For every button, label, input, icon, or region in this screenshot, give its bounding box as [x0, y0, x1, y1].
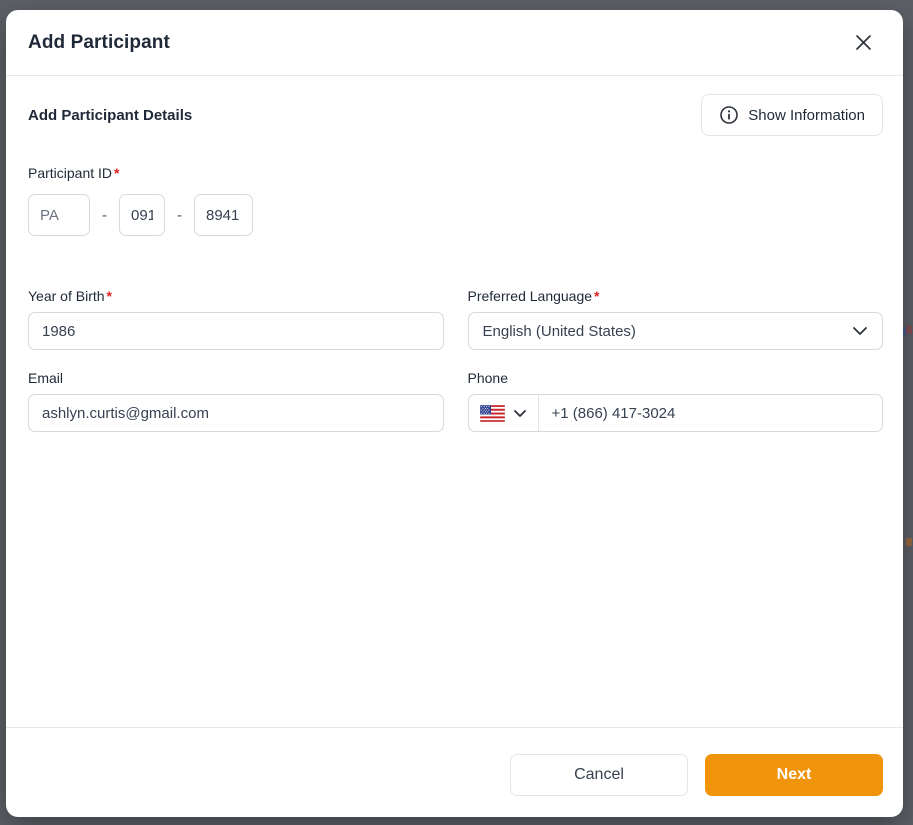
modal-header: Add Participant [6, 10, 903, 76]
preferred-language-value: English (United States) [483, 323, 636, 340]
required-asterisk: * [114, 165, 119, 181]
required-asterisk: * [107, 288, 112, 304]
preferred-language-field: Preferred Language* English (United Stat… [468, 288, 884, 350]
close-button[interactable] [849, 29, 877, 57]
participant-id-separator: - [177, 207, 182, 224]
preferred-language-label: Preferred Language* [468, 288, 884, 304]
section-title: Add Participant Details [28, 107, 192, 124]
add-participant-modal: Add Participant Add Participant Details [6, 10, 903, 817]
modal-footer: Cancel Next [6, 727, 903, 817]
phone-input-group [468, 394, 884, 432]
page-overlay-backdrop: Add Participant Add Participant Details [0, 0, 913, 825]
required-asterisk: * [594, 288, 599, 304]
participant-id-label: Participant ID* [28, 165, 883, 181]
participant-id-separator: - [102, 207, 107, 224]
email-input[interactable] [28, 394, 444, 432]
phone-label: Phone [468, 370, 884, 386]
participant-id-segment-1[interactable] [28, 194, 90, 236]
year-of-birth-field: Year of Birth* [28, 288, 444, 350]
phone-field: Phone [468, 370, 884, 432]
info-icon [719, 105, 739, 125]
modal-body: Add Participant Details Show Information [6, 76, 903, 727]
email-field: Email [28, 370, 444, 432]
chevron-down-icon [513, 409, 527, 418]
next-button[interactable]: Next [705, 754, 883, 796]
phone-number-input[interactable] [539, 395, 883, 431]
participant-id-segment-2[interactable] [119, 194, 165, 236]
modal-title: Add Participant [28, 32, 170, 54]
chevron-down-icon [852, 326, 868, 336]
background-page-fragment [906, 538, 912, 546]
email-label: Email [28, 370, 444, 386]
show-information-label: Show Information [748, 107, 865, 124]
year-of-birth-label: Year of Birth* [28, 288, 444, 304]
year-of-birth-input[interactable] [28, 312, 444, 350]
close-icon [854, 33, 873, 52]
phone-country-selector[interactable] [469, 395, 539, 431]
background-page-fragment [906, 326, 912, 334]
cancel-button[interactable]: Cancel [510, 754, 688, 796]
preferred-language-select[interactable]: English (United States) [468, 312, 884, 350]
show-information-button[interactable]: Show Information [701, 94, 883, 136]
us-flag-icon [480, 405, 505, 422]
participant-id-segment-3[interactable] [194, 194, 253, 236]
participant-id-field: Participant ID* - - [28, 165, 883, 236]
